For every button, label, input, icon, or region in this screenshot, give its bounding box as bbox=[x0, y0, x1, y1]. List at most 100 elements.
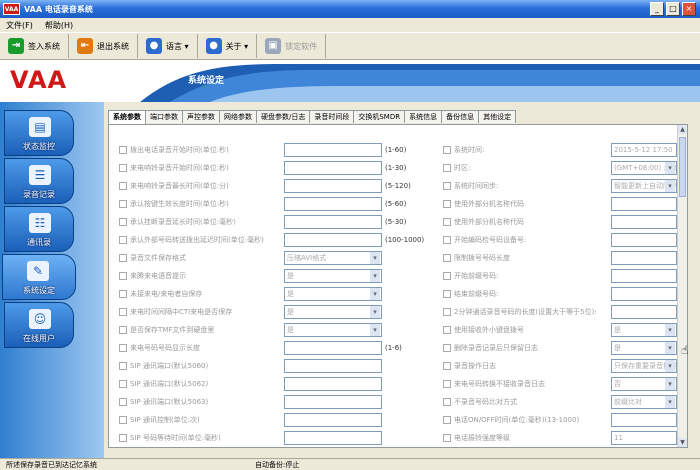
left-input[interactable] bbox=[284, 377, 382, 391]
left-checkbox[interactable] bbox=[119, 164, 127, 172]
left-checkbox[interactable] bbox=[119, 344, 127, 352]
tab-6[interactable]: 交换机SMDR bbox=[353, 110, 406, 123]
right-checkbox[interactable] bbox=[443, 398, 451, 406]
left-dropdown[interactable]: 压缩AVI格式 bbox=[284, 251, 382, 265]
left-checkbox[interactable] bbox=[119, 398, 127, 406]
tab-2[interactable]: 声控参数 bbox=[182, 110, 220, 123]
right-dropdown[interactable]: 否 bbox=[611, 377, 677, 391]
left-checkbox[interactable] bbox=[119, 362, 127, 370]
right-input[interactable]: 11 bbox=[611, 431, 677, 445]
menu-file[interactable]: 文件(F) bbox=[0, 20, 39, 31]
right-input[interactable] bbox=[611, 251, 677, 265]
right-checkbox[interactable] bbox=[443, 344, 451, 352]
left-input[interactable] bbox=[284, 359, 382, 373]
menu-bar: 文件(F) 帮助(H) bbox=[0, 18, 700, 32]
tab-0[interactable]: 系统参数 bbox=[108, 110, 146, 124]
right-input[interactable] bbox=[611, 197, 677, 211]
right-checkbox[interactable] bbox=[443, 272, 451, 280]
left-checkbox[interactable] bbox=[119, 272, 127, 280]
right-checkbox[interactable] bbox=[443, 416, 451, 424]
toolbar-button-1[interactable]: ⇤ 退出系统 bbox=[69, 34, 138, 58]
left-checkbox[interactable] bbox=[119, 218, 127, 226]
left-row: 来电号码号码显示长度 bbox=[119, 341, 200, 355]
right-dropdown[interactable]: 智能更新上自动同步 bbox=[611, 179, 677, 193]
tab-1[interactable]: 端口参数 bbox=[145, 110, 183, 123]
right-input[interactable] bbox=[611, 269, 677, 283]
menu-help[interactable]: 帮助(H) bbox=[39, 20, 79, 31]
tab-9[interactable]: 其他设定 bbox=[478, 110, 517, 123]
right-dropdown[interactable]: 是 bbox=[611, 341, 677, 355]
left-dropdown[interactable]: 是 bbox=[284, 269, 382, 283]
left-dropdown[interactable]: 是 bbox=[284, 305, 382, 319]
tab-8[interactable]: 备份信息 bbox=[441, 110, 480, 123]
left-checkbox[interactable] bbox=[119, 326, 127, 334]
left-checkbox[interactable] bbox=[119, 434, 127, 442]
right-checkbox[interactable] bbox=[443, 236, 451, 244]
right-checkbox[interactable] bbox=[443, 290, 451, 298]
left-input[interactable] bbox=[284, 431, 382, 445]
left-checkbox[interactable] bbox=[119, 236, 127, 244]
sidebar-item-2[interactable]: ☷ 通讯录 bbox=[4, 206, 74, 252]
sidebar-item-1[interactable]: ☰ 录音记录 bbox=[4, 158, 74, 204]
right-checkbox[interactable] bbox=[443, 182, 451, 190]
right-dropdown[interactable]: 只保存重要录音操作 bbox=[611, 359, 677, 373]
left-checkbox[interactable] bbox=[119, 308, 127, 316]
toolbar-button-4[interactable]: ▣ 锁定软件 bbox=[257, 34, 327, 58]
toolbar-button-3[interactable]: ● 关于 ▾ bbox=[198, 34, 258, 58]
left-checkbox[interactable] bbox=[119, 254, 127, 262]
maximize-button[interactable]: □ bbox=[666, 2, 680, 16]
left-input[interactable] bbox=[284, 341, 382, 355]
tab-7[interactable]: 系统信息 bbox=[404, 110, 443, 123]
toolbar: ⇥ 签入系统 ⇤ 退出系统 ● 语言 ▾ ● 关于 ▾ ▣ 锁定软件 bbox=[0, 32, 700, 60]
right-input[interactable] bbox=[611, 305, 677, 319]
tab-5[interactable]: 录音时间段 bbox=[309, 110, 355, 123]
close-button[interactable]: × bbox=[682, 2, 696, 16]
right-checkbox[interactable] bbox=[443, 218, 451, 226]
right-dropdown[interactable]: 前缀比对 bbox=[611, 395, 677, 409]
right-dropdown[interactable]: 是 bbox=[611, 323, 677, 337]
left-input[interactable] bbox=[284, 197, 382, 211]
left-input[interactable] bbox=[284, 413, 382, 427]
right-checkbox[interactable] bbox=[443, 434, 451, 442]
right-input[interactable] bbox=[611, 215, 677, 229]
right-dropdown[interactable]: (GMT+08:00) 北京 bbox=[611, 161, 677, 175]
right-checkbox[interactable] bbox=[443, 200, 451, 208]
right-checkbox[interactable] bbox=[443, 362, 451, 370]
right-checkbox[interactable] bbox=[443, 164, 451, 172]
left-checkbox[interactable] bbox=[119, 146, 127, 154]
left-checkbox[interactable] bbox=[119, 290, 127, 298]
right-checkbox[interactable] bbox=[443, 326, 451, 334]
left-dropdown[interactable]: 是 bbox=[284, 287, 382, 301]
left-input[interactable] bbox=[284, 179, 382, 193]
minimize-button[interactable]: _ bbox=[650, 2, 664, 16]
left-dropdown[interactable]: 是 bbox=[284, 323, 382, 337]
tab-4[interactable]: 硬盘参数/日志 bbox=[256, 110, 311, 123]
left-checkbox[interactable] bbox=[119, 200, 127, 208]
tab-3[interactable]: 网络参数 bbox=[219, 110, 257, 123]
scroll-down-icon[interactable]: ▼ bbox=[678, 438, 687, 447]
right-checkbox[interactable] bbox=[443, 254, 451, 262]
vertical-scrollbar[interactable]: ▲ ▼ bbox=[677, 125, 687, 447]
sidebar-item-3[interactable]: ✎ 系统设定 bbox=[2, 254, 76, 300]
right-input[interactable] bbox=[611, 233, 677, 247]
scroll-thumb[interactable] bbox=[679, 137, 686, 197]
right-input[interactable] bbox=[611, 287, 677, 301]
right-checkbox[interactable] bbox=[443, 308, 451, 316]
left-checkbox[interactable] bbox=[119, 380, 127, 388]
right-input[interactable]: 2015-5-12 17:50 bbox=[611, 143, 677, 157]
left-checkbox[interactable] bbox=[119, 416, 127, 424]
toolbar-button-2[interactable]: ● 语言 ▾ bbox=[138, 34, 198, 58]
right-checkbox[interactable] bbox=[443, 146, 451, 154]
left-input[interactable] bbox=[284, 161, 382, 175]
scroll-up-icon[interactable]: ▲ bbox=[678, 125, 687, 134]
sidebar-item-4[interactable]: ☺ 在线用户 bbox=[4, 302, 74, 348]
left-input[interactable] bbox=[284, 143, 382, 157]
sidebar-item-0[interactable]: ▤ 状态监控 bbox=[4, 110, 74, 156]
right-checkbox[interactable] bbox=[443, 380, 451, 388]
right-input[interactable] bbox=[611, 413, 677, 427]
left-input[interactable] bbox=[284, 395, 382, 409]
toolbar-button-0[interactable]: ⇥ 签入系统 bbox=[0, 34, 69, 58]
left-input[interactable] bbox=[284, 215, 382, 229]
left-input[interactable] bbox=[284, 233, 382, 247]
left-checkbox[interactable] bbox=[119, 182, 127, 190]
